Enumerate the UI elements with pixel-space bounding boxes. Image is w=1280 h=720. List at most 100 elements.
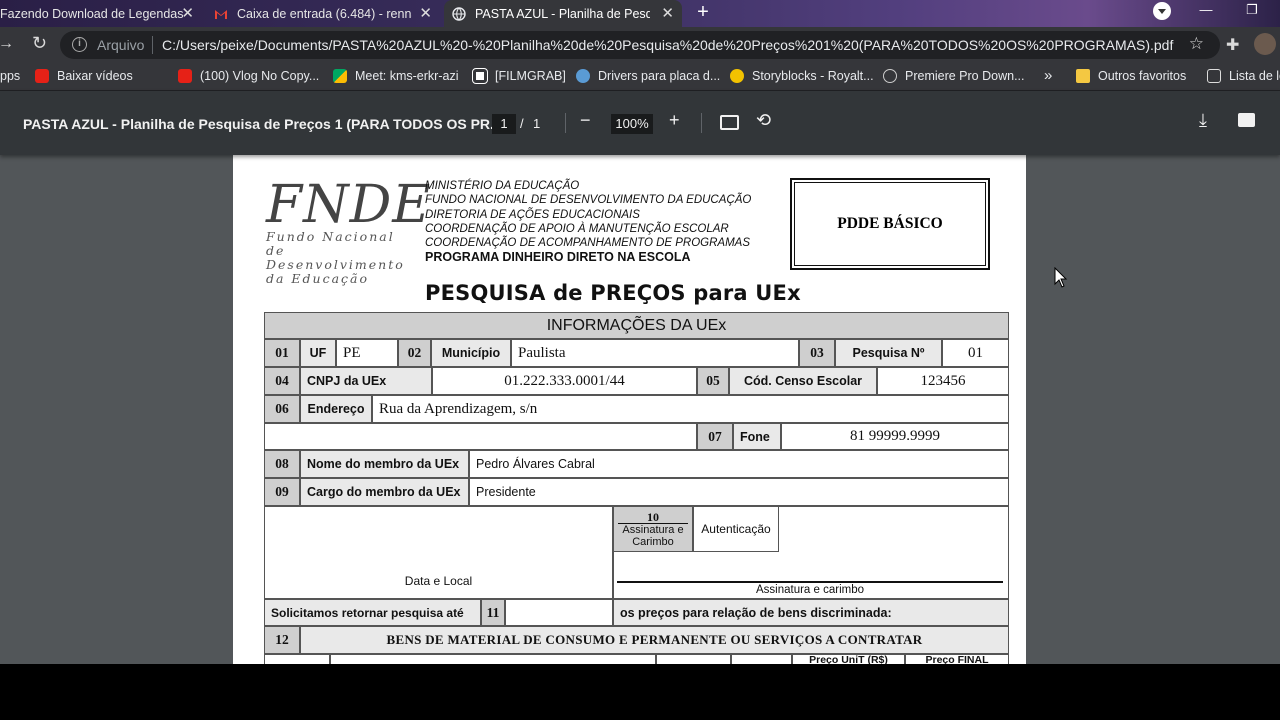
address-bar[interactable]: i Arquivo C:/Users/peixe/Documents/PASTA… [60, 31, 1220, 59]
tab-title: PASTA AZUL - Planilha de Pesquis [475, 6, 650, 21]
bookmark-drivers[interactable]: Drivers para placa d... [576, 69, 720, 83]
bookmarks-bar: pps Baixar vídeos (100) Vlog No Copy... … [0, 63, 1280, 91]
rotate-icon[interactable]: ⟲ [756, 110, 771, 131]
header-line: DIRETORIA DE AÇÕES EDUCACIONAIS [425, 208, 640, 221]
header-line: MINISTÉRIO DA EDUCAÇÃO [425, 180, 580, 192]
gmail-icon [215, 9, 227, 19]
download-icon[interactable]: ⤓ [1199, 110, 1207, 131]
zoom-level-input[interactable]: 100% [611, 114, 653, 134]
field-number: 11 [481, 599, 505, 626]
bookmark-label: » [1044, 67, 1053, 84]
bookmark-filmgrab[interactable]: [FILMGRAB] [472, 68, 566, 84]
zoom-out-icon[interactable]: − [580, 110, 591, 131]
col-header-label: Preço FINAL [925, 654, 989, 664]
tab-title: Fazendo Download de Legendas [0, 6, 184, 21]
storyblocks-icon [730, 69, 744, 83]
avatar[interactable] [1254, 33, 1276, 55]
pdf-viewer[interactable]: FNDE Fundo Nacional de Desenvolvimento d… [0, 155, 1280, 664]
col-header-preco-unit: Preço UniT (R$) [792, 654, 905, 664]
tab-pdf-active[interactable]: PASTA AZUL - Planilha de Pesquis ✕ [444, 0, 682, 27]
bookmarks-more-button[interactable]: » [1044, 67, 1052, 84]
extensions-icon[interactable]: ✚ [1226, 35, 1239, 55]
tab-gmail[interactable]: Caixa de entrada (6.484) - rennar ✕ [206, 0, 440, 27]
program-name: PROGRAMA DINHEIRO DIRETO NA ESCOLA [425, 250, 691, 265]
table-col [656, 654, 731, 664]
header-line: FUNDO NACIONAL DE DESENVOLVIMENTO DA EDU… [425, 194, 752, 207]
reading-list-icon [1207, 69, 1221, 83]
page-total: 1 [533, 116, 541, 131]
forward-icon[interactable]: → [0, 35, 14, 53]
field-label-municipio: Município [431, 339, 511, 367]
bookmark-apps[interactable]: pps [0, 69, 20, 83]
url-text[interactable]: C:/Users/peixe/Documents/PASTA%20AZUL%20… [162, 37, 1173, 53]
field-nome[interactable]: Pedro Álvares Cabral [469, 450, 1009, 478]
bookmark-label: (100) Vlog No Copy... [200, 69, 320, 83]
fnde-logo: FNDE Fundo Nacional de Desenvolvimento d… [266, 179, 430, 286]
mouse-cursor-icon [1054, 267, 1068, 288]
close-icon[interactable]: ✕ [661, 4, 674, 22]
empty-cell [264, 423, 697, 450]
tab-downloads[interactable]: Fazendo Download de Legendas ✕ [0, 0, 202, 27]
bens-header: BENS DE MATERIAL DE CONSUMO E PERMANENTE… [300, 626, 1009, 654]
tab-search-icon[interactable] [1153, 2, 1171, 20]
signature-caption: Assinatura e carimbo [755, 584, 865, 596]
table-col [731, 654, 792, 664]
field-number: 10 [618, 511, 688, 524]
field-pesquisa[interactable]: 01 [942, 339, 1009, 367]
field-fone[interactable]: 81 99999.9999 [781, 423, 1009, 450]
pdf-page: FNDE Fundo Nacional de Desenvolvimento d… [233, 155, 1026, 664]
bottom-black-bar [0, 664, 1280, 720]
tab-strip: Fazendo Download de Legendas ✕ Caixa de … [0, 0, 1280, 27]
field-censo[interactable]: 123456 [877, 367, 1009, 395]
bookmark-lista-leitura[interactable]: Lista de le [1207, 69, 1280, 83]
print-icon[interactable] [1238, 113, 1255, 127]
bookmark-baixar-videos[interactable]: Baixar vídeos [35, 69, 133, 83]
divider [152, 36, 153, 54]
field-number: 09 [264, 478, 300, 506]
bookmark-label: Storyblocks - Royalt... [752, 69, 874, 83]
tab-title: Caixa de entrada (6.484) - rennar [237, 6, 412, 21]
pdf-toolbar: PASTA AZUL - Planilha de Pesquisa de Pre… [0, 91, 1280, 155]
signature-line [617, 581, 1003, 583]
logo-subtitle: da Educação [266, 271, 370, 286]
bookmark-outros-favoritos[interactable]: Outros favoritos [1076, 69, 1186, 83]
field-cnpj[interactable]: 01.222.333.0001/44 [432, 367, 697, 395]
zoom-in-icon[interactable]: + [669, 110, 680, 131]
field-retorno-data[interactable] [505, 599, 613, 626]
bookmark-meet[interactable]: Meet: kms-erkr-azi [333, 69, 458, 83]
info-icon[interactable]: i [72, 37, 87, 52]
security-label: Arquivo [97, 37, 145, 53]
bookmark-label: Baixar vídeos [57, 69, 133, 83]
restore-icon[interactable]: ❐ [1232, 0, 1272, 27]
pdde-label: PDDE BÁSICO [794, 182, 986, 266]
reload-icon[interactable]: ↻ [32, 33, 47, 54]
autenticacao-label: Autenticação [701, 522, 771, 536]
minimize-icon[interactable]: — [1186, 0, 1226, 27]
folder-icon [1076, 69, 1090, 83]
field-municipio[interactable]: Paulista [511, 339, 799, 367]
star-icon[interactable]: ☆ [1189, 34, 1204, 54]
field-uf[interactable]: PE [336, 339, 398, 367]
logo-subtitle: Fundo Nacional [266, 229, 395, 244]
field-label-endereco: Endereço [300, 395, 372, 423]
field-number: 03 [799, 339, 835, 367]
page-number-input[interactable]: 1 [492, 114, 516, 134]
field-cargo[interactable]: Presidente [469, 478, 1009, 506]
close-icon[interactable]: ✕ [181, 4, 194, 22]
bookmark-label: Lista de le [1229, 69, 1280, 83]
bookmark-storyblocks[interactable]: Storyblocks - Royalt... [730, 69, 874, 83]
field-endereco[interactable]: Rua da Aprendizagem, s/n [372, 395, 1009, 423]
field-number: 07 [697, 423, 733, 450]
field-label-fone: Fone [733, 423, 781, 450]
new-tab-button[interactable]: + [692, 2, 714, 24]
col-header-label: Preço UniT (R$) [809, 654, 888, 664]
bookmark-premiere[interactable]: Premiere Pro Down... [883, 69, 1024, 83]
field-number: 04 [264, 367, 300, 395]
globe-icon [883, 69, 897, 83]
fit-page-icon[interactable] [720, 115, 739, 130]
bookmark-vlog[interactable]: (100) Vlog No Copy... [178, 69, 319, 83]
logo-subtitle: de Desenvolvimento [266, 243, 405, 272]
field-label-cnpj: CNPJ da UEx [300, 367, 432, 395]
assinatura-label-cell: 10 Assinatura e Carimbo [613, 506, 693, 552]
close-icon[interactable]: ✕ [419, 4, 432, 22]
